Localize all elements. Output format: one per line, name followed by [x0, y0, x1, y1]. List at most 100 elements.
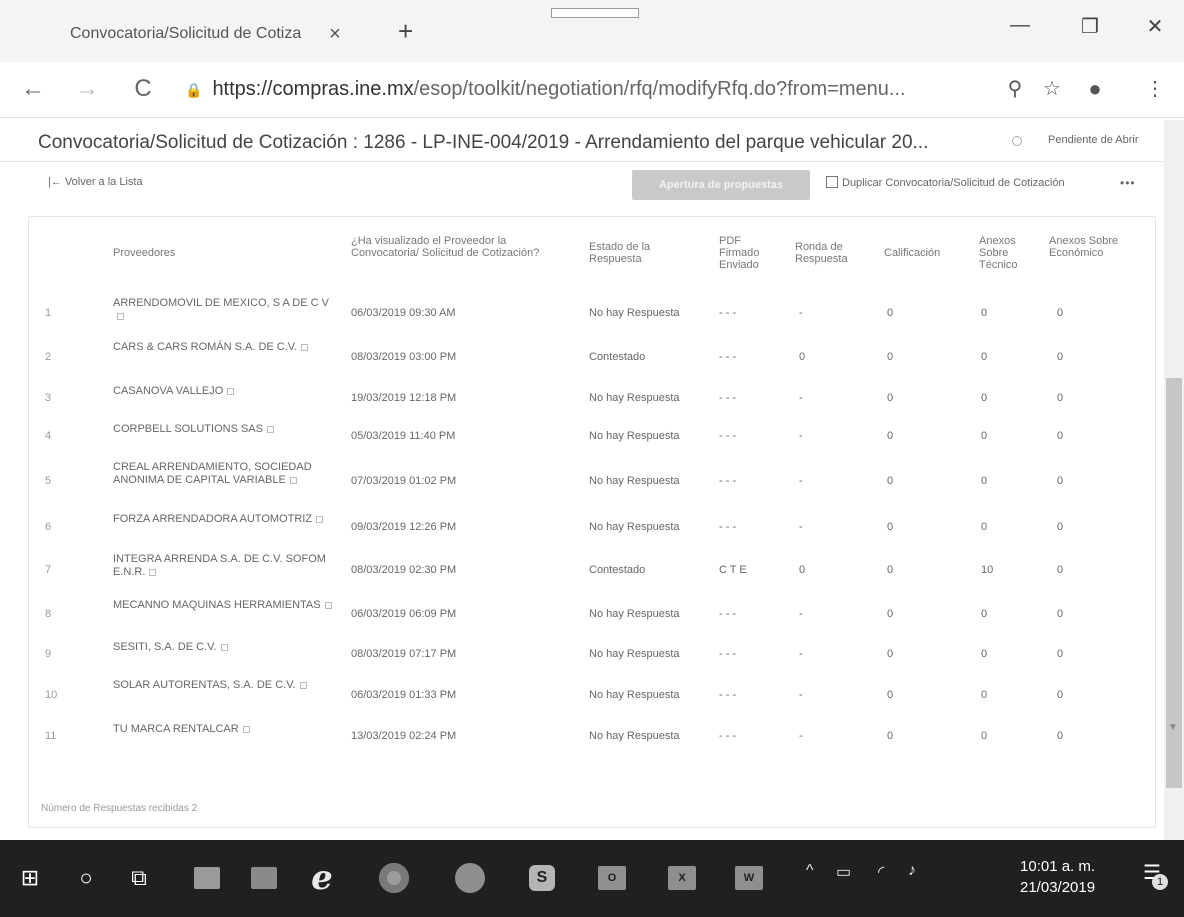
supplier-details-icon[interactable] — [324, 602, 332, 609]
back-arrow-icon[interactable]: ← — [18, 76, 48, 102]
supplier-name[interactable]: TU MARCA RENTALCAR — [113, 723, 333, 736]
header-visualizado[interactable]: ¿Ha visualizado el Proveedor la Convocat… — [351, 235, 561, 259]
supplier-name[interactable]: MECANNO MAQUINAS HERRAMIENTAS — [113, 599, 333, 612]
technical-annexes-text: 0 — [981, 689, 988, 701]
minimize-icon[interactable]: — — [1000, 14, 1040, 37]
pdf-signed-sent: C T E — [719, 564, 779, 577]
header-estado[interactable]: Estado de la Respuesta — [589, 241, 669, 265]
table-row[interactable]: 1 ARRENDOMOVIL DE MEXICO, S A DE C V 06/03… — [29, 291, 1157, 335]
supplier-details-icon[interactable] — [117, 313, 124, 320]
browser-menu-icon[interactable]: ⋮ — [1140, 76, 1170, 101]
table-row[interactable]: 4 CORPBELL SOLUTIONS SAS 05/03/2019 11:40 … — [29, 417, 1157, 455]
new-tab-button[interactable]: + — [398, 18, 413, 44]
supplier-name[interactable]: CREAL ARRENDAMIENTO, SOCIEDAD ANONIMA DE… — [113, 461, 333, 487]
bookmark-star-icon[interactable]: ☆ — [1037, 76, 1067, 101]
economic-annexes-text: 0 — [1057, 648, 1064, 660]
profile-icon[interactable]: ● — [1080, 76, 1110, 102]
header-anexos-tecnico[interactable]: Anexos Sobre Técnico — [979, 235, 1031, 271]
outlook-icon[interactable]: O — [590, 858, 634, 898]
address-bar[interactable]: 🔒 https://compras.ine.mx/esop/toolkit/neg… — [185, 78, 906, 101]
file-explorer-icon[interactable] — [185, 858, 229, 898]
internet-explorer-icon[interactable]: e — [300, 858, 344, 898]
supplier-details-icon[interactable] — [242, 726, 250, 733]
supplier-name[interactable]: INTEGRA ARRENDA S.A. DE C.V. SOFOM E.N.R… — [113, 553, 333, 579]
supplier-name[interactable]: CORPBELL SOLUTIONS SAS — [113, 423, 333, 436]
supplier-details-icon[interactable] — [227, 388, 235, 395]
header-proveedores[interactable]: Proveedores — [113, 247, 175, 259]
pdf-signed-sent: - - - — [719, 475, 779, 488]
page-title: Convocatoria/Solicitud de Cotización : 1… — [38, 132, 929, 153]
taskbar-clock[interactable]: 10:01 a. m. 21/03/2019 — [1020, 856, 1095, 898]
vertical-scrollbar[interactable] — [1164, 120, 1184, 842]
row-number-text: 11 — [45, 730, 57, 742]
response-status-text: No hay Respuesta — [589, 730, 680, 742]
notification-center-icon[interactable]: ☰ 1 — [1138, 860, 1168, 892]
duplicate-rfq-link[interactable]: Duplicar Convocatoria/Solicitud de Cotiz… — [826, 176, 1065, 189]
table-row[interactable]: 9 SESITI, S.A. DE C.V. 08/03/2019 07:17 PM… — [29, 635, 1157, 673]
search-icon[interactable]: ○ — [64, 858, 108, 898]
maximize-icon[interactable]: ❐ — [1070, 14, 1110, 39]
back-to-list-link[interactable]: |← Volver a la Lista — [48, 176, 143, 188]
more-options-button[interactable]: ••• — [1120, 176, 1136, 190]
media-player-icon[interactable] — [242, 858, 286, 898]
forward-arrow-icon[interactable]: → — [72, 76, 102, 102]
supplier-details-icon[interactable] — [266, 426, 274, 433]
supplier-details-icon[interactable] — [149, 569, 157, 576]
word-icon[interactable]: W — [727, 858, 771, 898]
header-calificacion[interactable]: Calificación — [884, 247, 940, 259]
supplier-name[interactable]: CARS & CARS ROMÁN S.A. DE C.V. — [113, 341, 333, 354]
media-player-glyph — [251, 867, 277, 889]
scroll-down-arrow-icon[interactable]: ▼ — [1168, 722, 1178, 733]
supplier-details-icon[interactable] — [289, 477, 297, 484]
supplier-details-icon[interactable] — [220, 644, 228, 651]
supplier-name[interactable]: FORZA ARRENDADORA AUTOMOTRIZ — [113, 513, 333, 526]
score: 0 — [887, 475, 927, 488]
start-menu-icon[interactable]: ⊞ — [8, 858, 52, 898]
viewed-date-text: 09/03/2019 12:26 PM — [351, 521, 457, 533]
table-row[interactable]: 3 CASANOVA VALLEJO 19/03/2019 12:18 PM No h… — [29, 379, 1157, 417]
firefox-icon[interactable] — [448, 858, 492, 898]
skype-icon[interactable]: S — [520, 858, 564, 898]
wifi-icon[interactable]: ◜ — [878, 862, 884, 882]
open-proposals-button[interactable]: Apertura de propuestas — [632, 170, 810, 200]
supplier-details-icon[interactable] — [316, 516, 324, 523]
supplier-name[interactable]: SESITI, S.A. DE C.V. — [113, 641, 333, 654]
window-close-icon[interactable]: ✕ — [1135, 14, 1175, 39]
table-row[interactable]: 7 INTEGRA ARRENDA S.A. DE C.V. SOFOM E.N.… — [29, 547, 1157, 593]
supplier-details-icon[interactable] — [301, 344, 309, 351]
response-round: - — [799, 521, 839, 534]
header-anexos-economico[interactable]: Anexos Sobre Económico — [1049, 235, 1121, 259]
reload-icon[interactable]: C — [128, 76, 158, 102]
tab-close-icon[interactable]: × — [320, 23, 350, 46]
supplier-name[interactable]: SOLAR AUTORENTAS, S.A. DE C.V. — [113, 679, 333, 692]
supplier-name[interactable]: CASANOVA VALLEJO — [113, 385, 333, 398]
task-view-icon[interactable]: ⧉ — [117, 858, 161, 898]
technical-annexes: 0 — [981, 430, 1021, 443]
excel-icon[interactable]: X — [660, 858, 704, 898]
header-pdf[interactable]: PDF Firmado Enviado — [719, 235, 779, 271]
supplier-details-icon[interactable] — [299, 682, 307, 689]
technical-annexes: 0 — [981, 521, 1021, 534]
volume-icon[interactable]: ♪ — [908, 862, 916, 880]
zoom-icon[interactable]: ⚲ — [1000, 76, 1030, 101]
response-status-text: No hay Respuesta — [589, 521, 680, 533]
table-row[interactable]: 2 CARS & CARS ROMÁN S.A. DE C.V. 08/03/201… — [29, 335, 1157, 379]
header-ronda[interactable]: Ronda de Respuesta — [795, 241, 865, 265]
technical-annexes: 0 — [981, 730, 1021, 743]
pdf-signed-sent-text: - - - — [719, 608, 737, 620]
table-row[interactable]: 11 TU MARCA RENTALCAR 13/03/2019 02:24 PM N… — [29, 717, 1157, 755]
tray-chevron-up-icon[interactable]: ^ — [806, 862, 814, 880]
table-row[interactable]: 5 CREAL ARRENDAMIENTO, SOCIEDAD ANONIMA D… — [29, 455, 1157, 507]
window-drag-handle[interactable] — [551, 8, 639, 18]
response-round: - — [799, 648, 839, 661]
network-icon[interactable]: ▭ — [836, 862, 851, 882]
supplier-name[interactable]: ARRENDOMOVIL DE MEXICO, S A DE C V — [113, 297, 333, 323]
table-row[interactable]: 8 MECANNO MAQUINAS HERRAMIENTAS 06/03/2019… — [29, 593, 1157, 635]
row-number: 8 — [45, 608, 75, 621]
technical-annexes: 10 — [981, 564, 1021, 577]
table-row[interactable]: 10 SOLAR AUTORENTAS, S.A. DE C.V. 06/03/20… — [29, 673, 1157, 717]
browser-tab[interactable]: Convocatoria/Solicitud de Cotiza × — [50, 14, 380, 54]
windows-taskbar: ⊞ ○ ⧉ e S O X W ^ ▭ ◜ ♪ 10:01 a. m. 21/0… — [0, 840, 1184, 917]
chrome-icon[interactable] — [372, 858, 416, 898]
table-row[interactable]: 6 FORZA ARRENDADORA AUTOMOTRIZ 09/03/2019 … — [29, 507, 1157, 547]
